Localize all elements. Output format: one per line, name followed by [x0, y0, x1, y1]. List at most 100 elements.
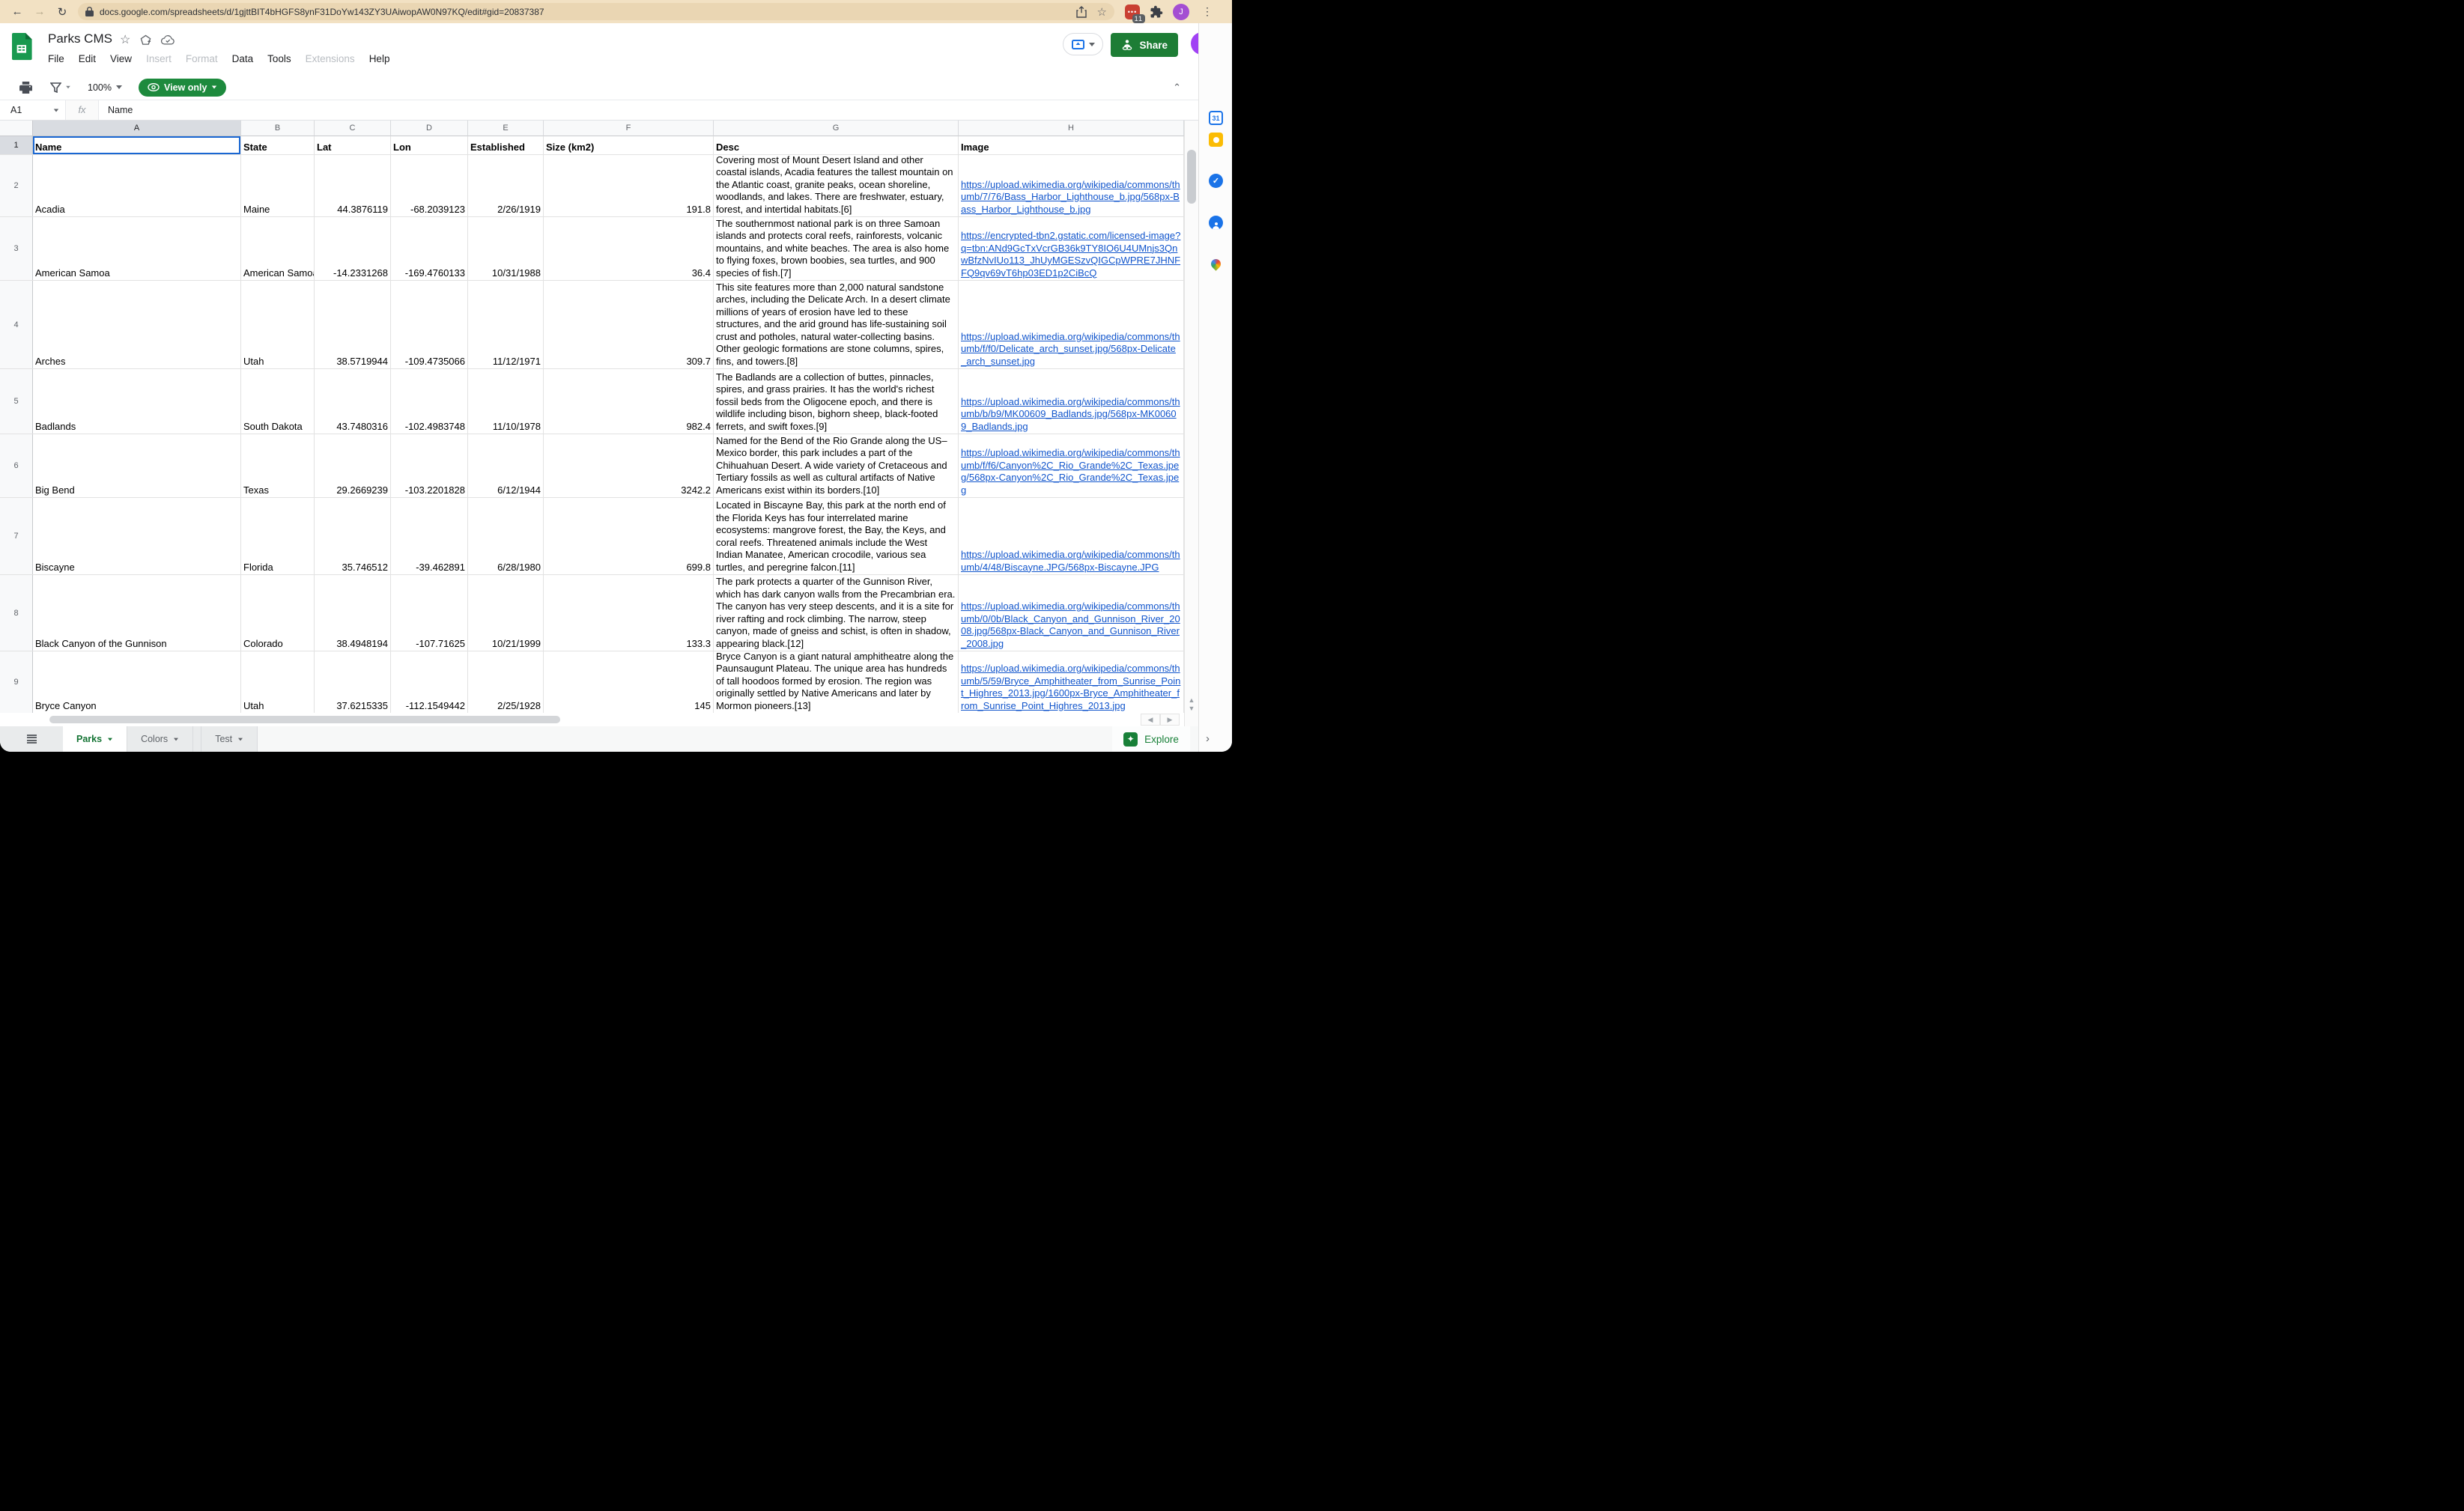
password-manager-extension-icon[interactable]: •••11 [1125, 4, 1140, 19]
cell[interactable]: -112.1549442 [391, 651, 468, 713]
cell-park-name[interactable]: Biscayne [33, 498, 241, 574]
cell[interactable]: -169.4760133 [391, 217, 468, 280]
browser-profile-avatar[interactable]: J [1173, 4, 1189, 20]
cell-description[interactable]: The park protects a quarter of the Gunni… [714, 575, 959, 651]
row-number[interactable]: 6 [0, 434, 33, 497]
cell-a1-selected[interactable]: Name [33, 136, 241, 154]
column-header-g[interactable]: G [714, 121, 959, 136]
column-header-d[interactable]: D [391, 121, 468, 136]
cell-description[interactable]: Named for the Bend of the Rio Grande alo… [714, 434, 959, 497]
calendar-icon[interactable]: 31 [1209, 111, 1223, 125]
extensions-puzzle-icon[interactable] [1150, 5, 1163, 19]
horizontal-scrollbar-thumb[interactable] [49, 716, 560, 723]
row-number[interactable]: 7 [0, 498, 33, 574]
menu-view[interactable]: View [110, 53, 132, 64]
row-number[interactable]: 4 [0, 281, 33, 368]
keep-icon[interactable] [1209, 133, 1223, 147]
sheet-tab-colors[interactable]: Colors [127, 726, 193, 752]
select-all-corner[interactable] [0, 121, 33, 136]
row-number[interactable]: 5 [0, 369, 33, 434]
cell-park-name[interactable]: Bryce Canyon [33, 651, 241, 713]
cell[interactable]: Texas [241, 434, 315, 497]
reload-icon[interactable]: ↻ [51, 5, 73, 19]
cell-description[interactable]: Covering most of Mount Desert Island and… [714, 155, 959, 216]
cell[interactable]: 43.7480316 [315, 369, 391, 434]
cell[interactable]: 191.8 [544, 155, 714, 216]
formula-input[interactable]: Name [99, 105, 133, 115]
cell[interactable]: Florida [241, 498, 315, 574]
explore-button[interactable]: ✦ Explore [1112, 726, 1190, 752]
cell[interactable]: -39.462891 [391, 498, 468, 574]
cell-park-name[interactable]: Arches [33, 281, 241, 368]
vertical-scrollbar[interactable]: ▲ ▼ [1184, 121, 1198, 726]
cell-image-link[interactable]: https://upload.wikimedia.org/wikipedia/c… [961, 549, 1181, 574]
cell[interactable]: 11/12/1971 [468, 281, 544, 368]
cell-description[interactable]: This site features more than 2,000 natur… [714, 281, 959, 368]
cell[interactable]: 11/10/1978 [468, 369, 544, 434]
cell[interactable]: 3242.2 [544, 434, 714, 497]
cell[interactable]: 38.4948194 [315, 575, 391, 651]
cell[interactable]: -68.2039123 [391, 155, 468, 216]
column-header-a[interactable]: A [33, 121, 241, 136]
cell[interactable]: 6/12/1944 [468, 434, 544, 497]
cell[interactable]: 6/28/1980 [468, 498, 544, 574]
share-button[interactable]: Share [1111, 33, 1178, 57]
star-document-icon[interactable]: ☆ [120, 32, 130, 47]
cell[interactable]: 309.7 [544, 281, 714, 368]
move-document-icon[interactable] [140, 34, 151, 46]
cell-park-name[interactable]: Acadia [33, 155, 241, 216]
cell[interactable]: -102.4983748 [391, 369, 468, 434]
all-sheets-button[interactable] [0, 726, 63, 752]
cell-park-name[interactable]: Badlands [33, 369, 241, 434]
cell[interactable]: 36.4 [544, 217, 714, 280]
cell-image-link[interactable]: https://encrypted-tbn2.gstatic.com/licen… [961, 230, 1181, 279]
browser-menu-icon[interactable]: ⋮ [1202, 5, 1213, 18]
present-button[interactable] [1063, 33, 1103, 55]
sheet-tab-caret[interactable] [238, 738, 243, 741]
cell[interactable]: South Dakota [241, 369, 315, 434]
scroll-down-icon[interactable]: ▼ [1185, 705, 1198, 713]
collapse-toolbar-icon[interactable]: ⌃ [1173, 82, 1181, 94]
cell-description[interactable]: The southernmost national park is on thr… [714, 217, 959, 280]
view-only-button[interactable]: View only [139, 79, 226, 97]
filter-icon[interactable] [50, 82, 61, 93]
sheet-tab-caret[interactable] [174, 738, 178, 741]
cell-image-link[interactable]: https://upload.wikimedia.org/wikipedia/c… [961, 331, 1181, 368]
share-page-icon[interactable] [1076, 6, 1087, 18]
document-status-cloud-icon[interactable] [161, 35, 175, 45]
cell[interactable]: Lon [391, 136, 468, 154]
cell[interactable]: 29.2669239 [315, 434, 391, 497]
cell[interactable]: Colorado [241, 575, 315, 651]
document-title[interactable]: Parks CMS [48, 31, 112, 46]
cell[interactable]: 982.4 [544, 369, 714, 434]
cell[interactable]: -107.71625 [391, 575, 468, 651]
cell[interactable]: 38.5719944 [315, 281, 391, 368]
menu-file[interactable]: File [48, 53, 64, 64]
row-number[interactable]: 3 [0, 217, 33, 280]
print-icon[interactable] [19, 82, 32, 94]
cell[interactable]: -109.4735066 [391, 281, 468, 368]
cell-image-link[interactable]: https://upload.wikimedia.org/wikipedia/c… [961, 601, 1181, 650]
column-header-b[interactable]: B [241, 121, 315, 136]
bookmark-star-icon[interactable]: ☆ [1097, 5, 1107, 19]
cell[interactable]: Utah [241, 651, 315, 713]
cell-image-link[interactable]: https://upload.wikimedia.org/wikipedia/c… [961, 396, 1181, 434]
cell[interactable]: 37.6215335 [315, 651, 391, 713]
name-box[interactable]: A1 [0, 100, 66, 120]
cell[interactable]: Established [468, 136, 544, 154]
cell[interactable]: 2/26/1919 [468, 155, 544, 216]
cell[interactable]: 133.3 [544, 575, 714, 651]
menu-edit[interactable]: Edit [79, 53, 96, 64]
scroll-left-icon[interactable]: ◀ [1141, 714, 1160, 726]
cell[interactable]: State [241, 136, 315, 154]
cell[interactable]: Maine [241, 155, 315, 216]
cell-description[interactable]: Located in Biscayne Bay, this park at th… [714, 498, 959, 574]
cell-image-link[interactable]: https://upload.wikimedia.org/wikipedia/c… [961, 447, 1181, 496]
scroll-up-icon[interactable]: ▲ [1185, 696, 1198, 705]
row-number[interactable]: 9 [0, 651, 33, 713]
column-header-f[interactable]: F [544, 121, 714, 136]
column-header-e[interactable]: E [468, 121, 544, 136]
cell[interactable]: 699.8 [544, 498, 714, 574]
cell-park-name[interactable]: Black Canyon of the Gunnison [33, 575, 241, 651]
zoom-control[interactable]: 100% [88, 82, 122, 93]
